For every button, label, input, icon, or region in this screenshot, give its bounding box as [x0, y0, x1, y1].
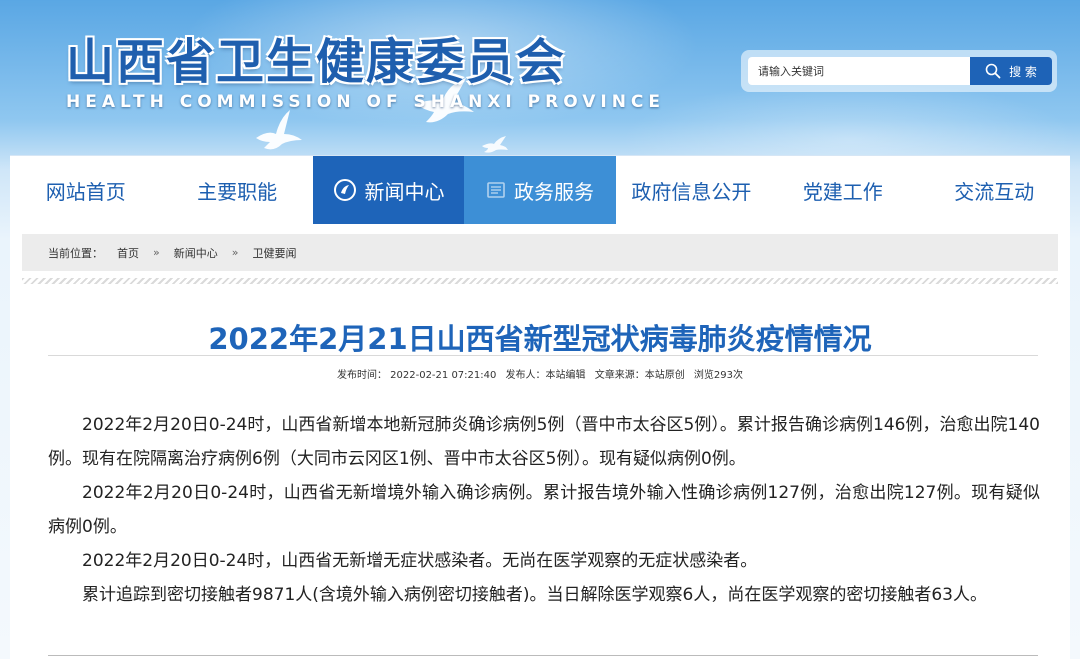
article-source: 文章来源：本站原创 — [594, 370, 685, 381]
search-input[interactable] — [748, 57, 970, 85]
nav-item-label: 新闻中心 — [364, 179, 445, 204]
breadcrumb-separator: » — [231, 246, 239, 259]
nav-item-label: 党建工作 — [802, 179, 883, 204]
view-count: 浏览293次 — [693, 370, 744, 381]
nav-item-info-disclosure[interactable]: 政府信息公开 — [616, 156, 767, 224]
search-icon — [985, 63, 1001, 79]
content-panel: 当前位置： 首页 » 新闻中心 » 卫健要闻 2022年2月21日山西省新型冠状… — [10, 224, 1070, 659]
document-icon — [487, 182, 505, 198]
site-logo-subtitle: HEALTH COMMISSION OF SHANXI PROVINCE — [66, 92, 666, 112]
nav-item-label: 政府信息公开 — [631, 179, 752, 204]
nav-item-label: 交流互动 — [954, 179, 1035, 204]
article-paragraph: 2022年2月20日0-24时，山西省无新增境外输入确诊病例。累计报告境外输入性… — [48, 483, 1040, 537]
title-divider — [48, 355, 1038, 356]
globe-icon — [333, 179, 356, 201]
site-logo-title[interactable]: 山西省卫生健康委员会 — [66, 22, 566, 92]
search-box: 搜 索 — [741, 50, 1057, 92]
decorative-divider — [22, 278, 1058, 284]
dove-icon — [482, 136, 508, 153]
nav-item-functions[interactable]: 主要职能 — [161, 156, 312, 224]
nav-item-label: 网站首页 — [45, 179, 126, 204]
nav-item-interaction[interactable]: 交流互动 — [919, 156, 1070, 224]
article-meta: 发布时间： 2022-02-21 07:21:40 发布人：本站编辑 文章来源：… — [10, 366, 1070, 381]
article-body: 2022年2月20日0-24时，山西省新增本地新冠肺炎确诊病例5例（晋中市太谷区… — [48, 408, 1040, 612]
breadcrumb-link-home[interactable]: 首页 — [117, 245, 139, 261]
nav-item-label: 主要职能 — [197, 179, 278, 204]
dove-icon — [256, 110, 302, 150]
main-navigation: 网站首页 主要职能 新闻中心 政务服务 政府信息公开 党建工作 交流互动 — [10, 155, 1070, 224]
nav-item-label: 政务服务 — [513, 179, 594, 204]
article-paragraph: 2022年2月20日0-24时，山西省无新增无症状感染者。无尚在医学观察的无症状… — [82, 551, 758, 571]
breadcrumb-prefix: 当前位置： — [48, 246, 103, 260]
article-title: 2022年2月21日山西省新型冠状病毒肺炎疫情情况 — [208, 322, 872, 356]
search-button[interactable]: 搜 索 — [970, 57, 1052, 85]
nav-item-gov-services[interactable]: 政务服务 — [464, 156, 616, 224]
breadcrumb: 当前位置： 首页 » 新闻中心 » 卫健要闻 — [22, 234, 1058, 271]
nav-item-home[interactable]: 网站首页 — [10, 156, 161, 224]
article-paragraph: 2022年2月20日0-24时，山西省新增本地新冠肺炎确诊病例5例（晋中市太谷区… — [48, 415, 1040, 469]
breadcrumb-separator: » — [153, 246, 160, 259]
publish-time: 发布时间： 2022-02-21 07:21:40 — [336, 370, 497, 381]
breadcrumb-link-news-center[interactable]: 新闻中心 — [174, 245, 218, 261]
publisher: 发布人：本站编辑 — [505, 370, 586, 381]
search-button-label: 搜 索 — [1009, 64, 1037, 79]
body-divider — [48, 655, 1038, 656]
breadcrumb-link-health-news[interactable]: 卫健要闻 — [252, 245, 296, 261]
article-paragraph: 累计追踪到密切接触者9871人(含境外输入病例密切接触者)。当日解除医学观察6人… — [82, 585, 987, 605]
site-header: 山西省卫生健康委员会 HEALTH COMMISSION OF SHANXI P… — [0, 0, 1080, 155]
nav-item-party-building[interactable]: 党建工作 — [767, 156, 918, 224]
nav-item-news-center[interactable]: 新闻中心 — [312, 156, 465, 224]
